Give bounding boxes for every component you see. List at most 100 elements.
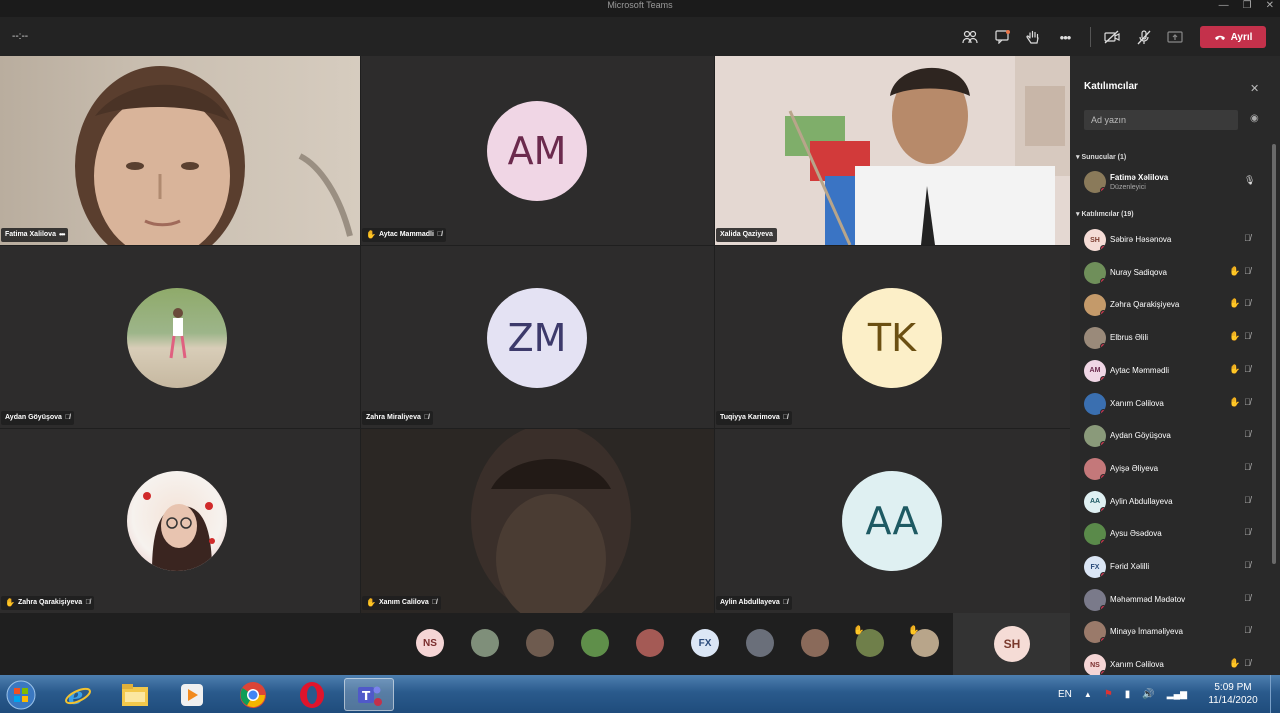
camera-toggle-button[interactable] — [1102, 27, 1122, 47]
video-tile[interactable]: ✋ Xanım Calilova 🎙̸ — [361, 429, 714, 613]
video-tile[interactable]: Aydan Göyüşova 🎙̸ — [0, 246, 360, 428]
raised-hand-icon: ✋ — [1229, 658, 1241, 669]
attendee-row[interactable]: AA Aylin Abdullayeva 🎙̸ — [1084, 490, 1264, 515]
participant-search-input[interactable] — [1084, 110, 1238, 130]
language-indicator[interactable]: EN — [1058, 689, 1072, 700]
participant-name: Aytac Məmmədli — [1110, 365, 1169, 375]
raise-hand-icon — [1026, 30, 1039, 44]
muted-mic-icon[interactable]: 🎙̸ — [1244, 625, 1251, 635]
status-dot — [1100, 245, 1106, 251]
taskbar-file-explorer[interactable] — [110, 678, 160, 711]
presenters-section-header[interactable]: ▾ Sunucular (1) — [1076, 153, 1126, 161]
video-tile[interactable]: AM ✋ Aytac Mammadli 🎙̸ — [361, 56, 714, 245]
restore-button[interactable]: ❐ — [1243, 0, 1252, 11]
muted-mic-icon[interactable]: 🎙̸ — [1244, 331, 1251, 341]
muted-mic-icon[interactable]: 🎙̸ — [1244, 560, 1251, 570]
taskbar-opera[interactable] — [287, 678, 337, 711]
participant-role: Düzenleyici — [1110, 184, 1146, 191]
battery-icon[interactable]: ▮ — [1125, 689, 1131, 700]
attendee-row[interactable]: Aysu Əsədova 🎙̸ — [1084, 523, 1264, 547]
camera-off-icon — [1104, 30, 1120, 44]
minimize-button[interactable]: — — [1219, 0, 1229, 11]
tile-name-bar: Xalida Qaziyeva — [716, 228, 777, 242]
attendee-row[interactable]: FX Fərid Xəlilli 🎙̸ — [1084, 556, 1264, 580]
video-tile[interactable]: TK Tuqiyya Karimova 🎙̸ — [715, 246, 1070, 428]
muted-mic-icon: 🎙̸ — [782, 599, 789, 606]
overflow-participant-avatar[interactable] — [746, 629, 774, 657]
share-screen-button[interactable] — [1165, 27, 1185, 47]
video-tile[interactable]: AA Aylin Abdullayeva 🎙̸ — [715, 429, 1070, 613]
attendee-row[interactable]: Zəhra Qarakişiyeva ✋ 🎙̸ — [1084, 294, 1264, 318]
overflow-participant-avatar[interactable] — [471, 629, 499, 657]
muted-mic-icon[interactable]: 🎙̸ — [1244, 593, 1251, 603]
muted-mic-icon[interactable]: 🎙̸ — [1244, 495, 1251, 505]
leave-button[interactable]: Ayrıl — [1200, 26, 1266, 48]
overflow-participant-avatar[interactable]: FX — [691, 629, 719, 657]
overflow-participant-avatar[interactable] — [581, 629, 609, 657]
muted-mic-icon[interactable]: 🎙̸ — [1244, 397, 1251, 407]
more-options-icon[interactable]: ••• — [59, 228, 65, 242]
overflow-participant-avatar[interactable] — [526, 629, 554, 657]
show-hidden-icons-icon[interactable]: ▲ — [1084, 690, 1092, 699]
taskbar-internet-explorer[interactable]: e — [53, 678, 103, 711]
taskbar-teams[interactable]: T — [344, 678, 394, 711]
attendee-row[interactable]: Elbrus Əlili ✋ 🎙̸ — [1084, 327, 1264, 351]
avatar: FX — [1084, 556, 1106, 578]
participant-name: Aylin Abdullayeva — [1110, 496, 1173, 506]
muted-mic-icon[interactable]: 🎙̸ — [1244, 364, 1251, 374]
attendee-row[interactable]: Məhəmməd Mədətov 🎙̸ — [1084, 588, 1264, 613]
video-tile[interactable]: Xalida Qaziyeva — [715, 56, 1070, 245]
muted-mic-icon[interactable]: 🎙̸ — [1244, 233, 1251, 243]
self-preview-tile[interactable]: SH — [953, 613, 1070, 675]
muted-mic-icon[interactable]: 🎙̸ — [1244, 527, 1251, 537]
muted-mic-icon[interactable]: 🎙̸ — [1244, 429, 1251, 439]
start-button[interactable] — [0, 678, 42, 711]
attendee-row[interactable]: AM Aytac Məmmədli ✋ 🎙̸ — [1084, 359, 1264, 384]
overflow-participant-avatar[interactable] — [801, 629, 829, 657]
taskbar-media-player[interactable] — [167, 678, 217, 711]
attendees-section-header[interactable]: ▾ Katılımcılar (19) — [1076, 210, 1134, 218]
muted-mic-icon[interactable]: 🎙̸ — [1244, 658, 1251, 668]
muted-mic-icon[interactable]: 🎙̸ — [1244, 266, 1251, 276]
overflow-participant-avatar[interactable] — [636, 629, 664, 657]
attendee-row[interactable]: SH Səbirə Həsənova 🎙̸ — [1084, 229, 1264, 253]
muted-mic-icon: 🎙̸ — [85, 599, 91, 606]
close-icon[interactable]: ✕ — [1250, 82, 1259, 95]
more-actions-button[interactable]: ••• — [1055, 27, 1075, 47]
attendee-row[interactable]: Xanım Cəlilova ✋ 🎙̸ — [1084, 392, 1264, 417]
video-tile[interactable]: Fatima Xalilova ••• — [0, 56, 360, 245]
mic-icon[interactable]: 🎙 — [1244, 175, 1255, 186]
attendee-row[interactable]: NS Xanım Cəlilova ✋ 🎙̸ — [1084, 654, 1264, 675]
eye-icon[interactable]: ◉ — [1250, 113, 1259, 124]
show-participants-button[interactable] — [960, 27, 980, 47]
muted-mic-icon: 🎙̸ — [423, 414, 430, 421]
show-chat-button[interactable] — [993, 27, 1013, 47]
close-window-button[interactable]: ✕ — [1266, 0, 1274, 11]
video-tile[interactable]: ✋ Zahra Qarakişiyeva 🎙̸ — [0, 429, 360, 613]
participant-name: Səbirə Həsənova — [1110, 235, 1172, 244]
attendee-row[interactable]: Aydan Göyüşova 🎙̸ — [1084, 425, 1264, 449]
video-grid: Fatima Xalilova ••• AM ✋ Aytac Mammadli … — [0, 56, 1070, 613]
muted-mic-icon[interactable]: 🎙̸ — [1244, 462, 1251, 472]
file-explorer-icon — [122, 683, 148, 706]
avatar-initials: AA — [1089, 498, 1101, 506]
taskbar-clock[interactable]: 5:09 PM 11/14/2020 — [1200, 681, 1266, 707]
participant-avatar: AM — [487, 101, 587, 201]
raise-hand-button[interactable] — [1023, 27, 1043, 47]
panel-scrollbar[interactable] — [1272, 144, 1276, 564]
taskbar-chrome[interactable] — [228, 678, 278, 711]
network-signal-icon[interactable]: ▂▄▆ — [1167, 689, 1187, 700]
overflow-participant-avatar[interactable]: NS — [416, 629, 444, 657]
volume-icon[interactable]: 🔊 — [1142, 689, 1154, 700]
presenter-row[interactable]: Fatimə Xəlilova Düzenleyici 🎙 — [1084, 171, 1264, 195]
attendee-row[interactable]: Minayə İmaməliyeva 🎙̸ — [1084, 621, 1264, 645]
video-tile[interactable]: ZM Zahra Miraliyeva 🎙̸ — [361, 246, 714, 428]
participant-name: Xanım Cəlilova — [1110, 660, 1164, 670]
attendee-row[interactable]: Ayişə Əliyeva 🎙̸ — [1084, 457, 1264, 482]
mic-toggle-button[interactable] — [1134, 27, 1154, 47]
action-center-flag-icon[interactable]: ⚑ — [1104, 689, 1113, 700]
participant-name: Nuray Sadiqova — [1110, 267, 1167, 277]
show-desktop-button[interactable] — [1270, 675, 1280, 713]
muted-mic-icon[interactable]: 🎙̸ — [1244, 298, 1251, 308]
attendee-row[interactable]: Nuray Sadiqova ✋ 🎙̸ — [1084, 261, 1264, 286]
